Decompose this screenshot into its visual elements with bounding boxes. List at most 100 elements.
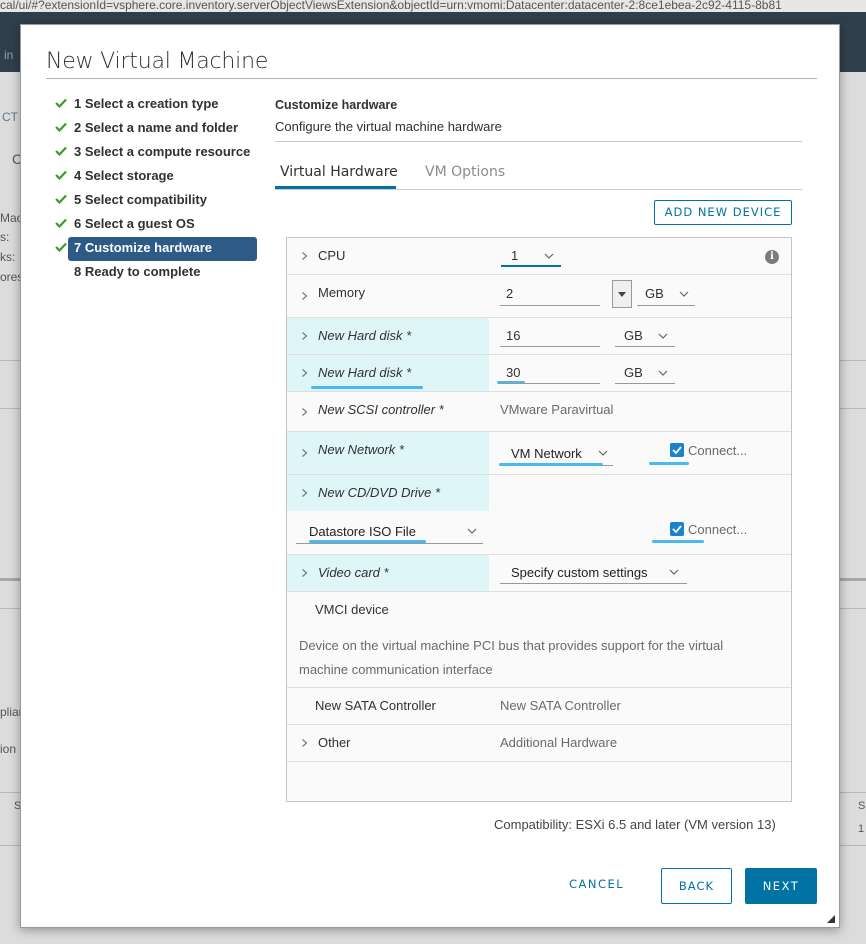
section-title: Customize hardware	[275, 98, 398, 112]
hw-row-cpu: CPU 1 i	[287, 238, 791, 275]
check-icon	[55, 242, 67, 252]
hard-disk-1-unit-select[interactable]: GB	[624, 328, 643, 343]
row-header-video-card[interactable]: Video card *	[287, 555, 489, 591]
hard-disk-1-size-input[interactable]: 16	[506, 328, 520, 343]
check-icon	[55, 146, 67, 156]
memory-input[interactable]: 2	[506, 286, 513, 301]
bg-fragment: 1	[858, 823, 865, 835]
memory-spinner[interactable]	[612, 280, 632, 308]
section-divider	[275, 141, 802, 142]
cdrom-source-underline	[296, 543, 483, 544]
chevron-right-icon[interactable]	[300, 407, 309, 417]
wizard-steps: 1 Select a creation type 2 Select a name…	[53, 93, 258, 285]
chevron-right-icon[interactable]	[300, 368, 309, 378]
video-card-value: Specify custom settings	[511, 565, 648, 580]
chevron-right-icon[interactable]	[300, 251, 309, 261]
url-text: cal/ui/#?extensionId=vsphere.core.invent…	[0, 0, 782, 12]
chevron-right-icon[interactable]	[300, 488, 309, 498]
bg-fragment: in	[4, 48, 14, 62]
step-storage[interactable]: 4 Select storage	[53, 165, 258, 189]
step-label: 6 Select a guest OS	[74, 216, 195, 231]
dialog-title: New Virtual Machine	[46, 49, 269, 74]
chevron-right-icon[interactable]	[300, 568, 309, 578]
row-header-network[interactable]: New Network *	[287, 432, 489, 474]
row-header-cdrom[interactable]: New CD/DVD Drive *	[287, 475, 489, 511]
scsi-label: New SCSI controller *	[318, 402, 444, 417]
cancel-button[interactable]: CANCEL	[569, 877, 624, 891]
checkmark-icon	[672, 525, 682, 533]
chevron-down-icon[interactable]	[598, 450, 608, 456]
network-connect-checkbox[interactable]	[670, 443, 684, 457]
chevron-down-icon[interactable]	[467, 528, 477, 534]
step-guest-os[interactable]: 6 Select a guest OS	[53, 213, 258, 237]
step-label: 2 Select a name and folder	[74, 120, 239, 135]
row-header-memory[interactable]: Memory	[287, 275, 489, 317]
memory-unit-underline	[637, 305, 695, 306]
step-creation-type[interactable]: 1 Select a creation type	[53, 93, 258, 117]
check-icon	[55, 122, 67, 132]
chevron-right-icon[interactable]	[300, 291, 309, 301]
annotation-underline	[311, 386, 423, 389]
row-header-hard-disk-1[interactable]: New Hard disk *	[287, 318, 489, 354]
hw-row-network: New Network * VM Network Connect...	[287, 432, 791, 475]
hard-disk-1-size-underline	[500, 346, 600, 347]
chevron-down-icon[interactable]	[669, 569, 679, 575]
chevron-right-icon[interactable]	[300, 738, 309, 748]
video-card-select[interactable]: Specify custom settings	[511, 565, 648, 580]
title-divider	[46, 78, 817, 79]
row-header-other[interactable]: Other	[287, 725, 489, 761]
hw-row-memory: Memory 2 GB	[287, 275, 791, 318]
video-card-label: Video card *	[318, 565, 389, 580]
tab-virtual-hardware[interactable]: Virtual Hardware	[280, 164, 398, 180]
bg-fragment: s:	[0, 230, 10, 244]
memory-unit-select[interactable]: GB	[645, 286, 664, 301]
chevron-right-icon[interactable]	[300, 448, 309, 458]
bg-fragment: ion	[0, 742, 17, 756]
active-tab-indicator	[275, 186, 396, 189]
step-label: 7 Customize hardware	[74, 240, 212, 255]
hard-disk-1-size: 16	[506, 328, 521, 343]
chevron-down-icon[interactable]	[544, 253, 554, 259]
hard-disk-2-unit-select[interactable]: GB	[624, 365, 643, 380]
new-vm-dialog: New Virtual Machine 1 Select a creation …	[20, 24, 840, 928]
hw-row-vmci: VMCI device Device on the virtual machin…	[287, 592, 791, 688]
network-value: VM Network	[511, 446, 582, 461]
info-icon[interactable]: i	[765, 250, 779, 264]
sata-value: New SATA Controller	[500, 698, 621, 713]
cdrom-source-select[interactable]: Datastore ISO File	[309, 524, 416, 539]
cpu-select[interactable]: 1	[511, 248, 518, 263]
step-customize-hardware-wrap: 7 Customize hardware	[53, 237, 258, 261]
step-name-folder[interactable]: 2 Select a name and folder	[53, 117, 258, 141]
hard-disk-2-size-input[interactable]: 30	[506, 365, 520, 380]
cdrom-connect-checkbox[interactable]	[670, 522, 684, 536]
step-ready-to-complete[interactable]: 8 Ready to complete	[53, 261, 258, 285]
cpu-value: 1	[511, 248, 519, 263]
row-header-scsi[interactable]: New SCSI controller *	[287, 392, 489, 431]
tab-vm-options[interactable]: VM Options	[425, 164, 505, 180]
sata-label: New SATA Controller	[315, 698, 436, 713]
memory-unit: GB	[645, 286, 664, 301]
annotation-underline	[652, 540, 704, 543]
add-new-device-button[interactable]: ADD NEW DEVICE	[654, 200, 792, 225]
browser-url-bar[interactable]: cal/ui/#?extensionId=vsphere.core.invent…	[0, 0, 866, 12]
bg-fragment: CT	[2, 110, 18, 124]
network-select[interactable]: VM Network	[511, 446, 582, 461]
step-customize-hardware[interactable]: 7 Customize hardware	[68, 237, 257, 261]
hard-disk-2-unit-underline	[615, 383, 675, 384]
row-header-cpu[interactable]: CPU	[287, 238, 489, 274]
step-label: 8 Ready to complete	[74, 264, 201, 279]
back-button[interactable]: BACK	[661, 868, 732, 904]
resize-grip-icon[interactable]	[827, 915, 835, 923]
chevron-down-icon[interactable]	[679, 291, 689, 297]
step-compatibility[interactable]: 5 Select compatibility	[53, 189, 258, 213]
chevron-down-icon[interactable]	[658, 370, 668, 376]
chevron-down-icon[interactable]	[658, 333, 668, 339]
hard-disk-2-unit: GB	[624, 365, 643, 380]
next-button[interactable]: NEXT	[745, 868, 817, 904]
step-compute-resource[interactable]: 3 Select a compute resource	[53, 141, 258, 165]
hard-disk-2-label: New Hard disk *	[318, 365, 412, 380]
chevron-right-icon[interactable]	[300, 331, 309, 341]
memory-input-underline	[500, 305, 600, 306]
hw-row-hard-disk-2: New Hard disk * 30 GB	[287, 355, 791, 392]
hw-row-sata: New SATA Controller New SATA Controller	[287, 688, 791, 725]
